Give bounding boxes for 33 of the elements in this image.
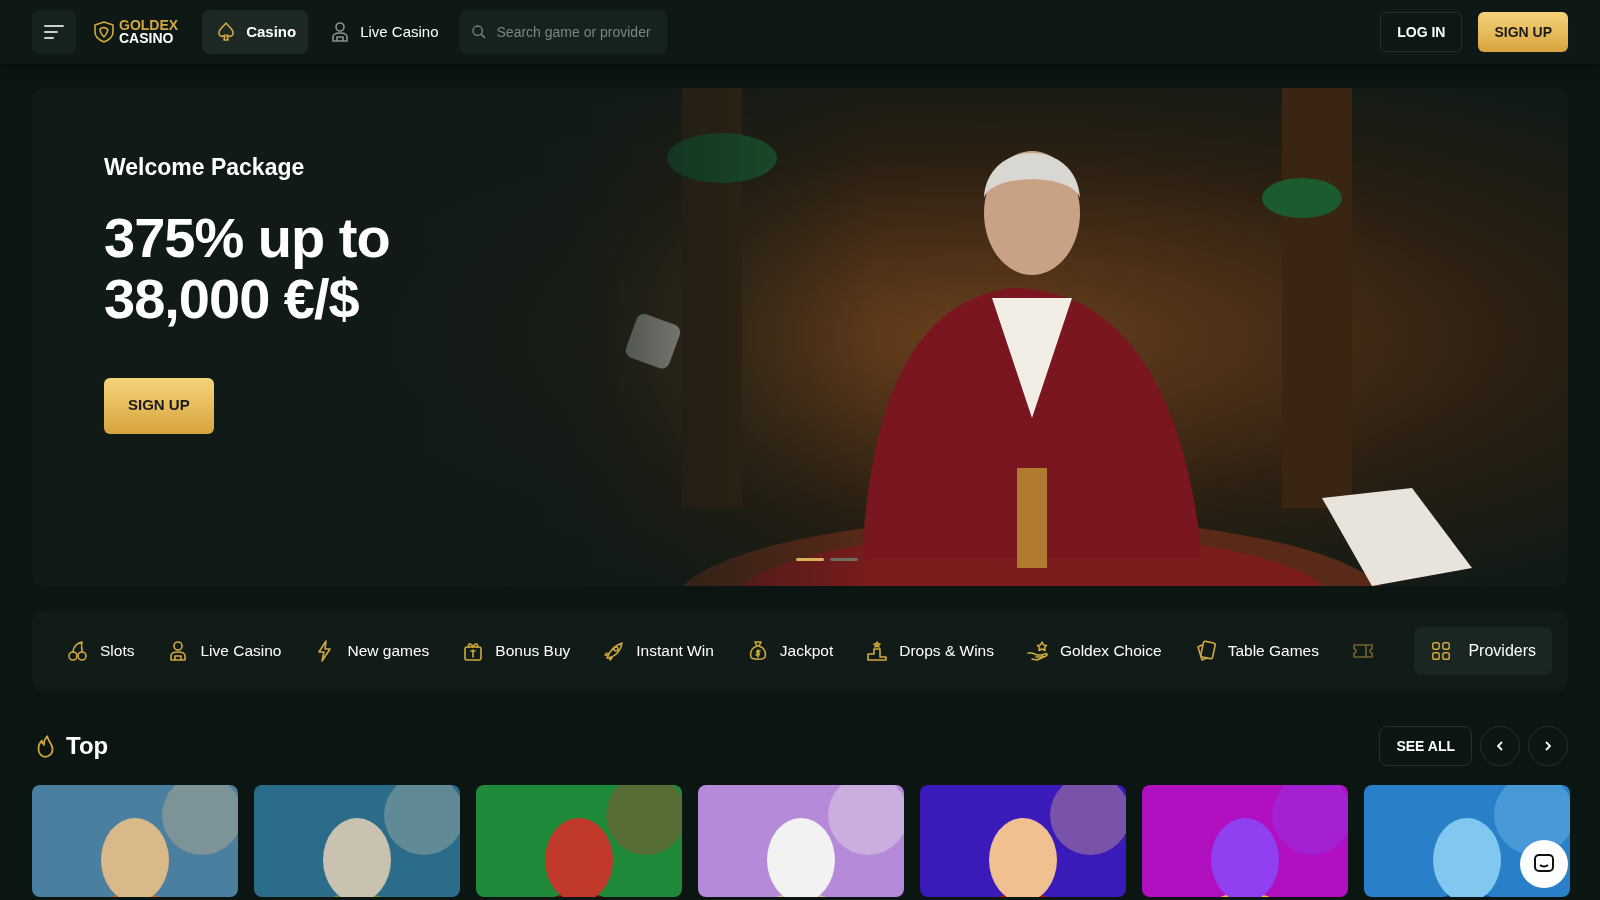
category-link[interactable]: Drops & Wins [865,639,994,663]
banner-headline: 375% up to 38,000 €/$ [104,206,391,330]
menu-icon [44,24,64,40]
logo-text: GOLDEX [119,18,179,32]
nav-tab[interactable]: Casino [202,10,309,54]
cherries-icon [66,639,90,663]
slide-indicator[interactable] [830,558,858,561]
providers-button[interactable]: Providers [1414,627,1552,675]
nav-tab[interactable]: Live Casino [316,10,451,54]
slide-indicator[interactable] [796,558,824,561]
logo-text: CASINO [119,32,175,46]
signup-button[interactable]: SIGN UP [104,377,214,434]
menu-button[interactable] [32,10,76,54]
podium-icon [865,639,890,663]
chevron-right-icon [1542,740,1554,752]
category-link[interactable]: Table Games [1193,639,1319,663]
category-link[interactable]: Bonus Buy [461,639,571,663]
search-field[interactable]: Search game or provider [494,20,655,44]
login-button[interactable]: LOG IN [1380,12,1463,52]
category-link[interactable]: Goldex Choice [1026,639,1162,663]
category-link[interactable]: Jackpot [745,639,834,663]
section-title: Top [66,731,109,761]
category-link[interactable]: New games [313,639,430,663]
banner-subtitle: Welcome Package [104,153,306,182]
category-link[interactable]: Slots [66,639,135,663]
category-link[interactable]: Live Casino [166,639,282,663]
see-all-button[interactable]: SEE ALL [1379,726,1472,766]
category-link[interactable]: Instant Win [602,639,714,663]
grid-icon [1430,640,1453,662]
hand-star-icon [1026,639,1050,663]
signup-button[interactable]: SIGN UP [1478,12,1568,52]
search-box[interactable]: Search game or provider [458,10,667,54]
chevron-left-icon [1494,740,1506,752]
